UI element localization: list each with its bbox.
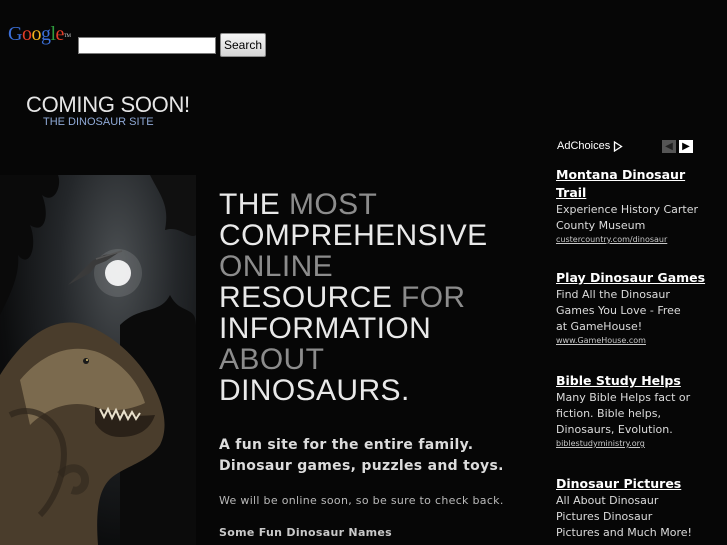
ad-description-line: County Museum (556, 219, 646, 232)
headline-line: RESOURCE FOR (219, 282, 519, 313)
google-logo-letter: e (55, 23, 65, 45)
search-input[interactable] (78, 37, 216, 54)
dinosaur-illustration (0, 175, 196, 545)
headline-line: ONLINE (219, 251, 519, 282)
headline-word: INFORMATION (219, 312, 432, 345)
headline-line: INFORMATION (219, 313, 519, 344)
tagline: A fun site for the entire family. Dinosa… (219, 435, 504, 477)
ad-description-line: Pictures and Much More! (556, 526, 692, 539)
ad-description-line: Games You Love - Free (556, 304, 681, 317)
search-button[interactable]: Search (220, 33, 266, 57)
ad-description-line: Dinosaurs, Evolution. (556, 423, 673, 436)
headline-word: ONLINE (219, 250, 334, 283)
headline-word: THE (219, 188, 289, 221)
ad-title-line: Montana Dinosaur (556, 167, 686, 182)
adchoices-label: AdChoices (557, 140, 611, 152)
headline: THE MOST COMPREHENSIVE ONLINE RESOURCE F… (219, 189, 519, 406)
ad-title-link[interactable]: Bible Study Helps (556, 372, 721, 390)
ad-title-link[interactable]: Play Dinosaur Games (556, 269, 721, 287)
site-subtitle: THE DINOSAUR SITE (43, 116, 154, 128)
google-logo-letter: G (8, 23, 22, 45)
google-tm: TM (63, 34, 71, 39)
page: GoogleTM Search COMING SOON! THE DINOSAU… (0, 0, 727, 545)
ad-description-line: at GameHouse! (556, 320, 643, 333)
ad-description-line: All About Dinosaur (556, 494, 659, 507)
headline-line: COMPREHENSIVE (219, 220, 519, 251)
ad-unit: Montana Dinosaur Trail Experience History… (556, 166, 721, 269)
chevron-left-icon[interactable]: ◀ (662, 140, 676, 153)
adchoices-link[interactable]: AdChoices (557, 140, 623, 152)
ad-url-link[interactable]: biblestudyministry.org (556, 438, 721, 450)
ad-description-line: Experience History Carter (556, 203, 699, 216)
ad-title-line: Trail (556, 185, 587, 200)
ad-title-link[interactable]: Montana Dinosaur Trail (556, 166, 721, 202)
headline-word: DINOSAURS. (219, 374, 410, 407)
ad-unit: Dinosaur Pictures All About Dinosaur Pic… (556, 475, 721, 541)
ad-list: Montana Dinosaur Trail Experience History… (556, 166, 721, 541)
headline-word: ABOUT (219, 343, 325, 376)
adchoices-icon (614, 140, 623, 152)
dinosaur-image (0, 175, 196, 545)
headline-word: RESOURCE (219, 281, 401, 314)
ad-title-link[interactable]: Dinosaur Pictures (556, 475, 721, 493)
tagline-line: A fun site for the entire family. (219, 437, 474, 453)
headline-line: DINOSAURS. (219, 375, 519, 406)
ad-description-line: Many Bible Helps fact or (556, 391, 691, 404)
headline-word: MOST (288, 188, 378, 221)
google-logo[interactable]: GoogleTM (8, 22, 71, 46)
ad-description-line: Pictures Dinosaur (556, 510, 653, 523)
ad-unit: Bible Study Helps Many Bible Helps fact … (556, 372, 721, 475)
google-logo-letter: o (31, 23, 41, 45)
ad-url-link[interactable]: custercountry.com/dinosaur (556, 234, 721, 246)
check-back-text: We will be online soon, so be sure to ch… (219, 494, 504, 507)
ad-unit: Play Dinosaur Games Find All the Dinosau… (556, 269, 721, 372)
tagline-line: Dinosaur games, puzzles and toys. (219, 458, 504, 474)
chevron-right-icon[interactable]: ▶ (679, 140, 693, 153)
headline-word: FOR (400, 281, 466, 314)
headline-line: ABOUT (219, 344, 519, 375)
headline-word: COMPREHENSIVE (219, 219, 488, 252)
page-title: COMING SOON! (26, 92, 190, 117)
ad-url-link[interactable]: www.GameHouse.com (556, 335, 721, 347)
headline-line: THE MOST (219, 189, 519, 220)
fun-names-heading: Some Fun Dinosaur Names (219, 526, 393, 539)
ad-description-line: Find All the Dinosaur (556, 288, 670, 301)
ad-description-line: fiction. Bible helps, (556, 407, 661, 420)
